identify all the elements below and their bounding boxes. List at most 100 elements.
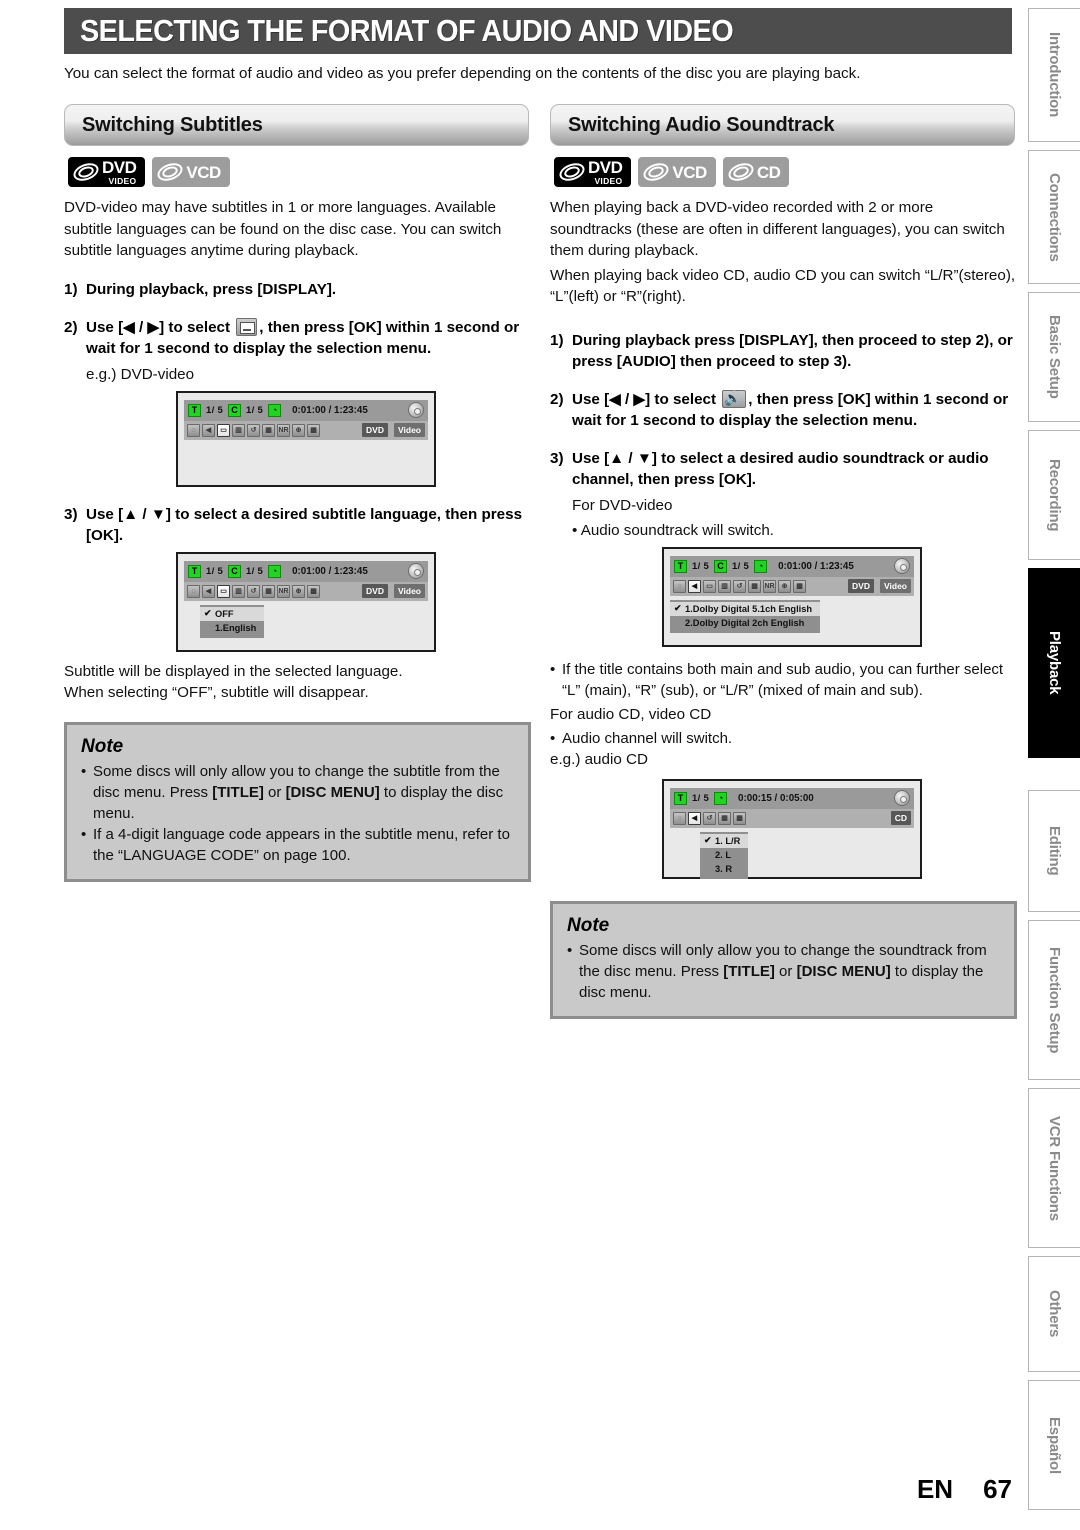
- tab-label: Connections: [1046, 172, 1063, 262]
- repeat-icon[interactable]: ↺: [733, 579, 746, 593]
- osd-screenshot-audio-menu-cd: T 1/ 5 ◔ 0:00:15 / 0:05:00 ◌ ◀ ↺ ▦ ▩ CD: [662, 778, 922, 879]
- example-label-audio-cd: e.g.) audio CD: [550, 751, 648, 768]
- disc-badge-row-left: DVD VIDEO VCD: [68, 157, 531, 187]
- step-number: 3): [550, 449, 564, 467]
- sidebar-tab-playback[interactable]: Playback: [1028, 568, 1080, 758]
- bullet-icon: •: [567, 941, 573, 959]
- audio-channel-selection-menu: ✔ 1. L/R 2. L 3. R: [700, 831, 749, 879]
- angle-icon[interactable]: ◌: [187, 423, 200, 437]
- left-example-label-1: e.g.) DVD-video: [86, 365, 195, 383]
- camera-icon[interactable]: ▥: [718, 579, 731, 593]
- osd-screenshot-subtitle-menu: T 1/ 5 C 1/ 5 ◔ 0:01:00 / 1:23:45 ◌ ◀ ▭ …: [176, 551, 436, 652]
- picture-icon[interactable]: ▩: [307, 423, 320, 437]
- sidebar-tab-basic-setup[interactable]: Basic Setup: [1028, 292, 1080, 422]
- noise-reduction-icon[interactable]: NR: [277, 584, 290, 598]
- manual-page: SELECTING THE FORMAT OF AUDIO AND VIDEO …: [0, 0, 1080, 1530]
- zoom-icon[interactable]: ⊕: [292, 423, 305, 437]
- section-header-switching-audio-soundtrack: Switching Audio Soundtrack: [550, 104, 1015, 146]
- picture-icon[interactable]: ▩: [307, 584, 320, 598]
- menu-item-label: 2.Dolby Digital 2ch English: [685, 617, 805, 628]
- zoom-icon[interactable]: ⊕: [778, 579, 791, 593]
- repeat-icon[interactable]: ↺: [247, 584, 260, 598]
- angle-icon[interactable]: ◌: [673, 579, 686, 593]
- step-text-before-icon: Use [◀ / ▶] to select: [86, 318, 235, 336]
- disc-icon: [641, 160, 672, 184]
- osd-icon-bar: ◌ ◀ ↺ ▦ ▩ CD: [670, 808, 914, 828]
- audio-icon[interactable]: ◀: [202, 584, 215, 598]
- tab-label: Basic Setup: [1046, 315, 1063, 399]
- sidebar-tab-recording[interactable]: Recording: [1028, 430, 1080, 560]
- chapter-chip: C: [714, 559, 728, 573]
- sidebar-tab-vcr-functions[interactable]: VCR Functions: [1028, 1088, 1080, 1248]
- menu-item-label: 2. L: [715, 849, 732, 860]
- angle-icon[interactable]: ◌: [187, 584, 200, 598]
- menu-item-label: 1.Dolby Digital 5.1ch English: [685, 603, 813, 614]
- tag-dvd: DVD: [362, 423, 388, 437]
- tab-label: Introduction: [1046, 32, 1063, 118]
- sidebar-tab-espanol[interactable]: Español: [1028, 1380, 1080, 1510]
- right-step-3: 3) Use [▲ / ▼] to select a desired audio…: [550, 448, 1017, 490]
- subtitle-icon[interactable]: ▭: [217, 584, 230, 598]
- subtitle-icon[interactable]: ▭: [217, 423, 230, 437]
- camera-icon[interactable]: ▥: [232, 423, 245, 437]
- page-intro-text: You can select the format of audio and v…: [64, 65, 861, 82]
- time-value: 0:01:00 / 1:23:45: [292, 565, 368, 577]
- repeat-icon[interactable]: ↺: [703, 811, 716, 825]
- osd-status-bar: T 1/ 5 ◔ 0:00:15 / 0:05:00: [670, 787, 914, 809]
- note-list-item: • If a 4-digit language code appears in …: [81, 824, 514, 866]
- menu-item-label: 3. R: [715, 863, 733, 874]
- right-step-2: 2) Use [◀ / ▶] to select , then press [O…: [550, 389, 1017, 431]
- menu-item[interactable]: 1.English: [200, 621, 264, 635]
- sidebar-tab-connections[interactable]: Connections: [1028, 150, 1080, 284]
- camera-icon[interactable]: ▥: [232, 584, 245, 598]
- page-footer: EN 67: [0, 1474, 1012, 1505]
- marker-icon[interactable]: ▦: [748, 579, 761, 593]
- menu-item[interactable]: 3. R: [700, 862, 748, 876]
- picture-icon[interactable]: ▩: [793, 579, 806, 593]
- marker-icon[interactable]: ▦: [262, 423, 275, 437]
- picture-icon[interactable]: ▩: [733, 811, 746, 825]
- left-after-text-2: When selecting “OFF”, subtitle will disa…: [64, 684, 369, 701]
- sidebar-tab-introduction[interactable]: Introduction: [1028, 8, 1080, 142]
- subtitle-icon[interactable]: ▭: [703, 579, 716, 593]
- osd-screenshot-2-wrap: T 1/ 5 C 1/ 5 ◔ 0:01:00 / 1:23:45 ◌ ◀ ▭ …: [176, 551, 531, 652]
- marker-icon[interactable]: ▦: [718, 811, 731, 825]
- osd-screenshot-subtitle-bar: T 1/ 5 C 1/ 5 ◔ 0:01:00 / 1:23:45 ◌ ◀ ▭ …: [176, 390, 436, 487]
- marker-icon[interactable]: ▦: [262, 584, 275, 598]
- step-text: During playback press [DISPLAY], then pr…: [572, 331, 1013, 370]
- section-title: Switching Subtitles: [82, 113, 263, 136]
- menu-item[interactable]: 2. L: [700, 848, 748, 862]
- bullet-text: Audio channel will switch.: [562, 730, 733, 747]
- angle-icon[interactable]: ◌: [673, 811, 686, 825]
- clock-chip: ◔: [268, 564, 282, 578]
- menu-item[interactable]: 2.Dolby Digital 2ch English: [670, 616, 820, 630]
- noise-reduction-icon[interactable]: NR: [763, 579, 776, 593]
- side-index-tabs: Introduction Connections Basic Setup Rec…: [1022, 0, 1080, 1530]
- bullet-audio-channel-switch: • Audio channel will switch.: [550, 728, 1017, 749]
- menu-item[interactable]: ✔ 1.Dolby Digital 5.1ch English: [670, 601, 821, 616]
- zoom-icon[interactable]: ⊕: [292, 584, 305, 598]
- osd-status-bar: T 1/ 5 C 1/ 5 ◔ 0:01:00 / 1:23:45: [184, 399, 428, 421]
- repeat-icon[interactable]: ↺: [247, 423, 260, 437]
- step-number: 3): [64, 505, 78, 523]
- menu-item[interactable]: ✔ OFF: [200, 606, 265, 621]
- tab-label: Playback: [1046, 631, 1063, 695]
- section-title: Switching Audio Soundtrack: [568, 113, 835, 136]
- disc-icon: [557, 160, 587, 184]
- noise-reduction-icon[interactable]: NR: [277, 423, 290, 437]
- step-text: During playback, press [DISPLAY].: [86, 280, 337, 298]
- disc-badge-dvd-video: DVD VIDEO: [68, 157, 146, 187]
- audio-icon[interactable]: ◀: [688, 811, 701, 825]
- osd-status-bar: T 1/ 5 C 1/ 5 ◔ 0:01:00 / 1:23:45: [184, 560, 428, 582]
- audio-icon[interactable]: ◀: [202, 423, 215, 437]
- sidebar-tab-others[interactable]: Others: [1028, 1256, 1080, 1372]
- subtitle-icon: [236, 317, 258, 336]
- for-dvd-video-label: For DVD-video: [572, 496, 673, 514]
- disc-icon: [155, 160, 186, 184]
- audio-icon[interactable]: ◀: [688, 579, 701, 593]
- page-title-banner: SELECTING THE FORMAT OF AUDIO AND VIDEO: [64, 8, 1012, 54]
- sidebar-tab-editing[interactable]: Editing: [1028, 790, 1080, 912]
- menu-item[interactable]: ✔ 1. L/R: [700, 833, 749, 848]
- sidebar-tab-function-setup[interactable]: Function Setup: [1028, 920, 1080, 1080]
- disc-spinner-icon: [894, 558, 910, 574]
